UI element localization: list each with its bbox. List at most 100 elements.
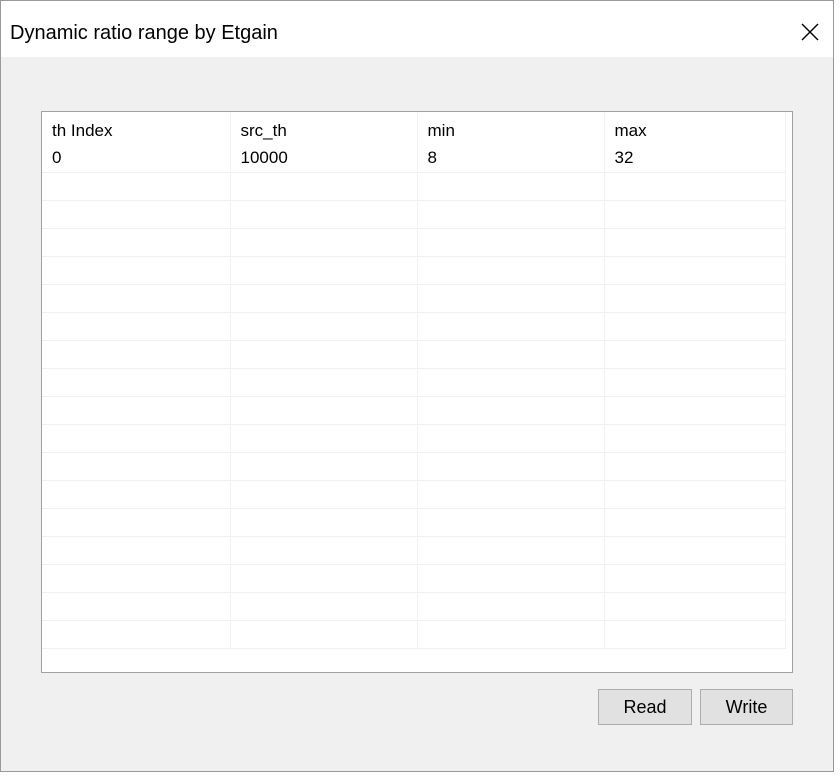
cell-max[interactable]: 32 xyxy=(604,144,786,173)
read-button[interactable]: Read xyxy=(598,689,692,725)
empty-cell[interactable] xyxy=(42,592,231,621)
empty-cell[interactable] xyxy=(417,396,605,425)
column-header-min[interactable]: min xyxy=(417,112,605,144)
empty-row xyxy=(42,480,786,509)
empty-cell[interactable] xyxy=(230,200,418,229)
window-title: Dynamic ratio range by Etgain xyxy=(10,22,278,44)
empty-row xyxy=(42,200,786,229)
empty-cell[interactable] xyxy=(417,564,605,593)
empty-cell[interactable] xyxy=(230,368,418,397)
empty-cell[interactable] xyxy=(604,620,786,649)
empty-cell[interactable] xyxy=(604,228,786,257)
empty-cell[interactable] xyxy=(604,368,786,397)
empty-row xyxy=(42,564,786,593)
empty-row xyxy=(42,452,786,481)
empty-cell[interactable] xyxy=(42,452,231,481)
empty-cell[interactable] xyxy=(417,368,605,397)
empty-cell[interactable] xyxy=(230,228,418,257)
empty-cell[interactable] xyxy=(604,340,786,369)
empty-cell[interactable] xyxy=(42,620,231,649)
empty-cell[interactable] xyxy=(42,396,231,425)
empty-cell[interactable] xyxy=(604,284,786,313)
table-body: 0 10000 8 32 xyxy=(42,144,786,649)
empty-cell[interactable] xyxy=(42,564,231,593)
empty-cell[interactable] xyxy=(604,172,786,201)
empty-cell[interactable] xyxy=(42,536,231,565)
empty-cell[interactable] xyxy=(230,620,418,649)
empty-cell[interactable] xyxy=(230,452,418,481)
empty-cell[interactable] xyxy=(417,312,605,341)
empty-cell[interactable] xyxy=(230,536,418,565)
empty-cell[interactable] xyxy=(417,592,605,621)
empty-row xyxy=(42,256,786,285)
title-bar: Dynamic ratio range by Etgain xyxy=(1,1,833,57)
empty-cell[interactable] xyxy=(604,200,786,229)
empty-cell[interactable] xyxy=(417,508,605,537)
data-grid[interactable]: th Index src_th min max 0 10000 8 32 xyxy=(41,111,793,673)
column-header-src-th[interactable]: src_th xyxy=(230,112,418,144)
close-icon xyxy=(801,23,819,41)
empty-cell[interactable] xyxy=(417,452,605,481)
empty-cell[interactable] xyxy=(42,424,231,453)
empty-cell[interactable] xyxy=(42,508,231,537)
close-button[interactable] xyxy=(787,11,833,53)
empty-cell[interactable] xyxy=(230,256,418,285)
empty-cell[interactable] xyxy=(230,424,418,453)
empty-cell[interactable] xyxy=(230,172,418,201)
empty-cell[interactable] xyxy=(230,564,418,593)
empty-row xyxy=(42,228,786,257)
column-header-th-index[interactable]: th Index xyxy=(42,112,231,144)
empty-cell[interactable] xyxy=(230,592,418,621)
empty-cell[interactable] xyxy=(417,256,605,285)
write-button[interactable]: Write xyxy=(700,689,793,725)
empty-cell[interactable] xyxy=(42,284,231,313)
empty-cell[interactable] xyxy=(604,424,786,453)
empty-cell[interactable] xyxy=(42,228,231,257)
empty-row xyxy=(42,340,786,369)
empty-cell[interactable] xyxy=(42,172,231,201)
empty-cell[interactable] xyxy=(230,396,418,425)
empty-cell[interactable] xyxy=(42,368,231,397)
table-row: 0 10000 8 32 xyxy=(42,144,786,173)
empty-cell[interactable] xyxy=(42,480,231,509)
empty-row xyxy=(42,312,786,341)
empty-cell[interactable] xyxy=(42,256,231,285)
empty-cell[interactable] xyxy=(230,284,418,313)
column-header-max[interactable]: max xyxy=(604,112,786,144)
empty-cell[interactable] xyxy=(417,620,605,649)
empty-cell[interactable] xyxy=(417,172,605,201)
cell-th-index[interactable]: 0 xyxy=(42,144,231,173)
empty-cell[interactable] xyxy=(230,340,418,369)
empty-cell[interactable] xyxy=(417,340,605,369)
empty-cell[interactable] xyxy=(42,340,231,369)
empty-cell[interactable] xyxy=(417,228,605,257)
empty-cell[interactable] xyxy=(417,536,605,565)
empty-cell[interactable] xyxy=(604,536,786,565)
empty-row xyxy=(42,284,786,313)
empty-cell[interactable] xyxy=(417,200,605,229)
empty-cell[interactable] xyxy=(230,508,418,537)
empty-row xyxy=(42,508,786,537)
empty-cell[interactable] xyxy=(604,564,786,593)
empty-cell[interactable] xyxy=(230,312,418,341)
empty-cell[interactable] xyxy=(417,480,605,509)
empty-row xyxy=(42,592,786,621)
cell-src-th[interactable]: 10000 xyxy=(230,144,418,173)
ratio-table: th Index src_th min max 0 10000 8 32 xyxy=(42,112,786,649)
empty-cell[interactable] xyxy=(417,424,605,453)
empty-cell[interactable] xyxy=(230,480,418,509)
cell-min[interactable]: 8 xyxy=(417,144,605,173)
empty-cell[interactable] xyxy=(42,200,231,229)
empty-cell[interactable] xyxy=(604,480,786,509)
empty-cell[interactable] xyxy=(604,592,786,621)
empty-cell[interactable] xyxy=(604,312,786,341)
empty-cell[interactable] xyxy=(42,312,231,341)
empty-cell[interactable] xyxy=(604,396,786,425)
empty-row xyxy=(42,424,786,453)
header-row: th Index src_th min max xyxy=(42,112,786,144)
empty-row xyxy=(42,172,786,201)
empty-cell[interactable] xyxy=(417,284,605,313)
empty-cell[interactable] xyxy=(604,452,786,481)
empty-cell[interactable] xyxy=(604,256,786,285)
empty-cell[interactable] xyxy=(604,508,786,537)
